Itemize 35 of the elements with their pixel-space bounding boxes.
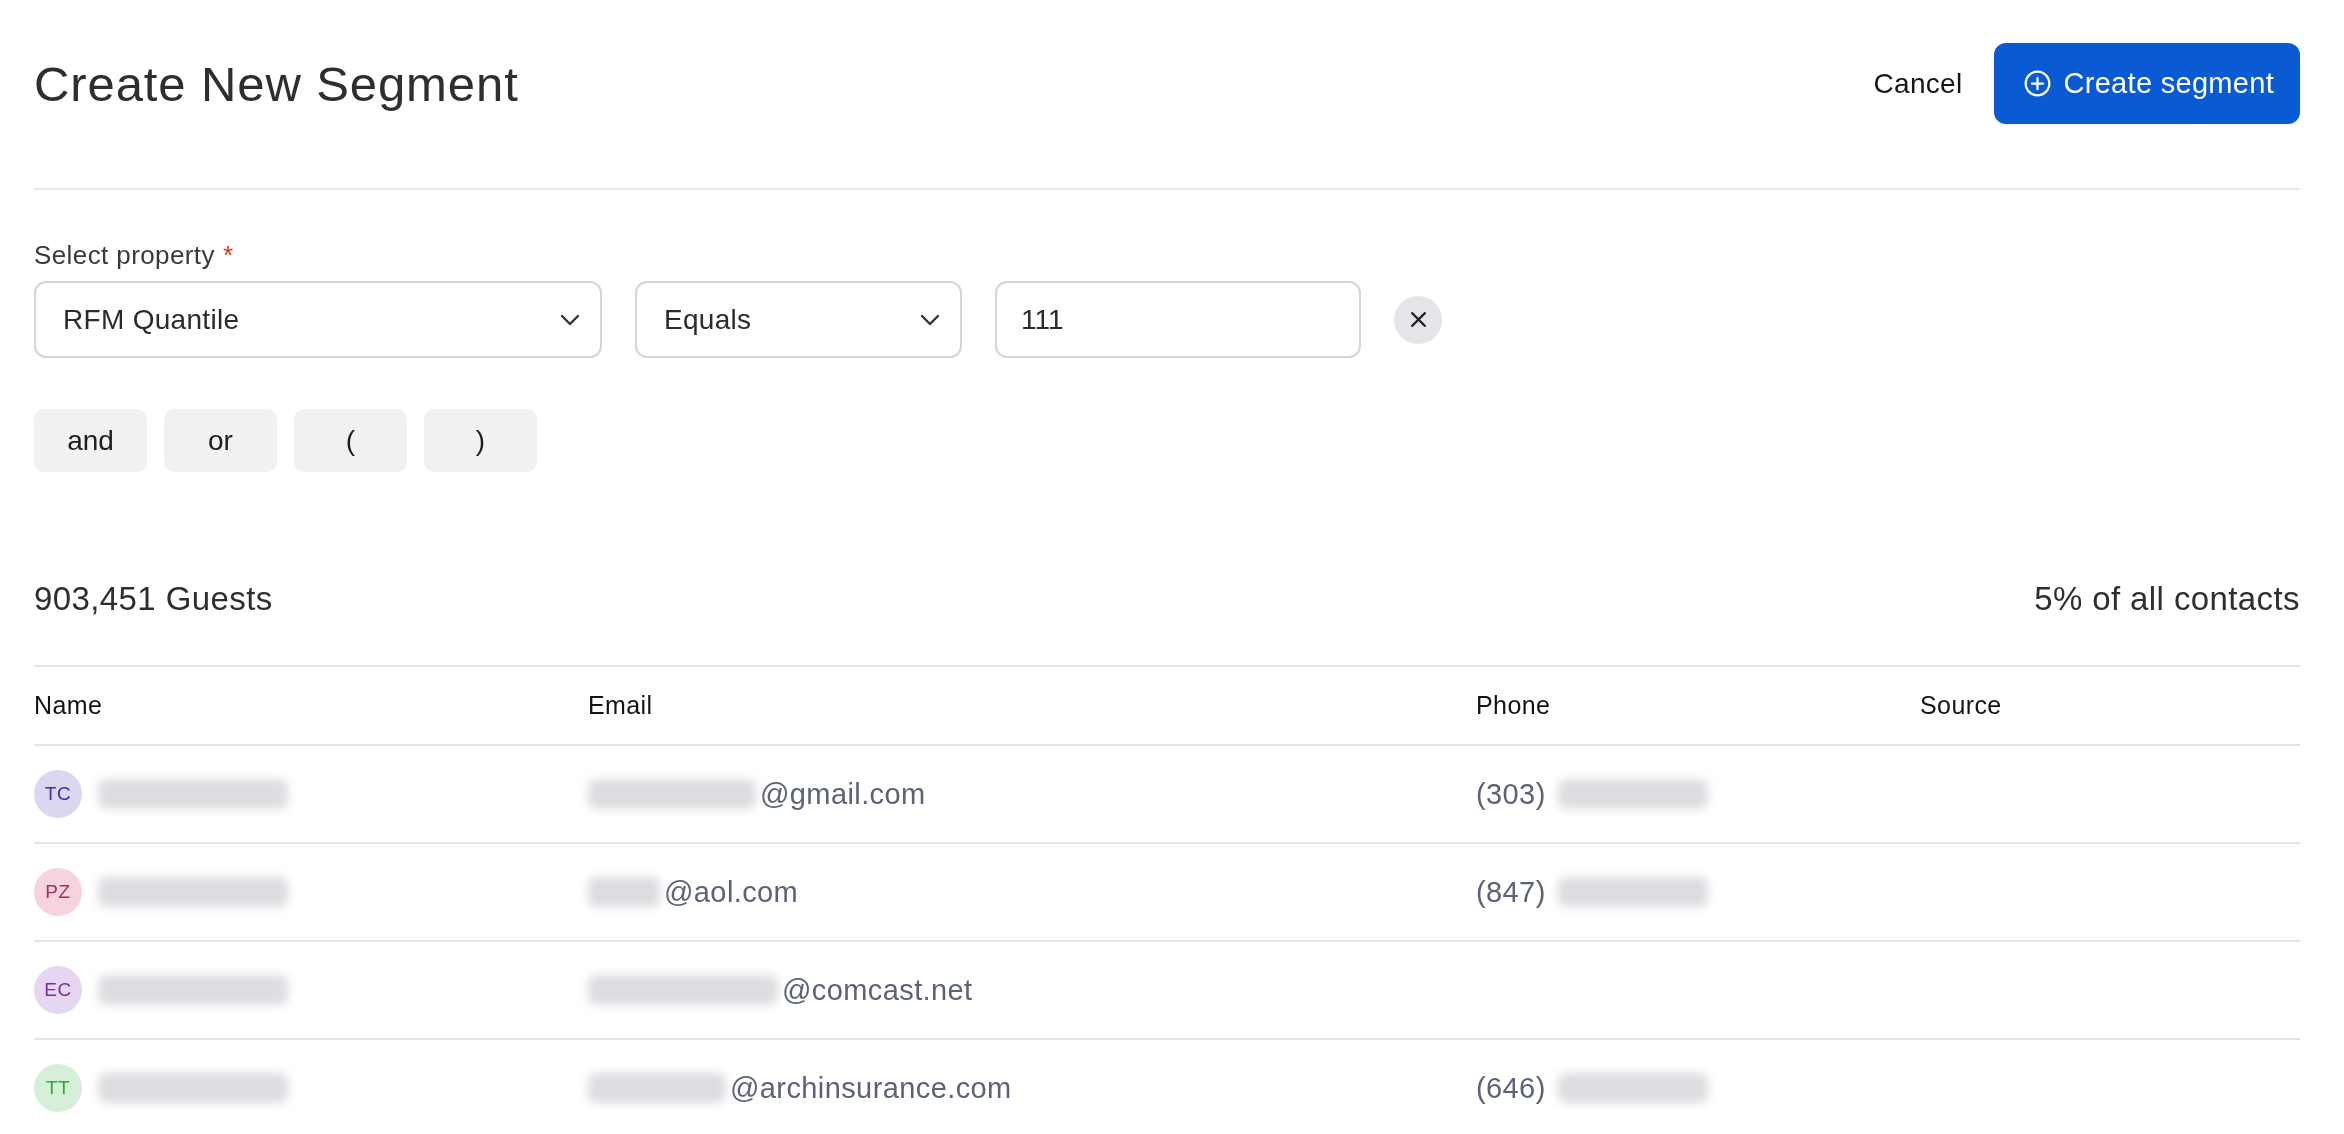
close-icon (1409, 311, 1427, 328)
phone-text: (646) (1476, 1071, 1546, 1105)
field-label: Select property (34, 240, 215, 271)
avatar-initials: EC (34, 966, 82, 1014)
chevron-down-icon (920, 313, 940, 326)
email-text: @archinsurance.com (730, 1071, 1012, 1105)
create-segment-button[interactable]: Create segment (1994, 43, 2300, 124)
operator-button[interactable]: ( (294, 409, 407, 472)
contacts-share: 5% of all contacts (2034, 580, 2300, 618)
email-text: @gmail.com (760, 777, 926, 811)
column-header: Phone (1476, 691, 1551, 720)
redacted-text (588, 877, 660, 907)
value-input[interactable]: 111 (995, 281, 1361, 358)
guest-count: 903,451 Guests (34, 580, 273, 618)
email-text: @aol.com (664, 875, 799, 909)
chevron-down-icon (560, 313, 580, 326)
operator-button[interactable]: or (164, 409, 277, 472)
avatar-initials: TT (34, 1064, 82, 1112)
avatar-initials: PZ (34, 868, 82, 916)
property-select[interactable]: RFM Quantile (34, 281, 602, 358)
phone-text: (847) (1476, 875, 1546, 909)
clear-button[interactable] (1394, 295, 1442, 344)
column-header: Source (1920, 691, 2002, 720)
operator-button[interactable]: ) (424, 409, 537, 472)
column-header: Email (588, 691, 653, 720)
cancel-button[interactable]: Cancel (1869, 57, 1967, 110)
column-header: Name (34, 691, 103, 720)
plus-circle-icon (2024, 70, 2052, 97)
operator-select[interactable]: Equals (635, 281, 962, 358)
required-mark: * (222, 240, 233, 271)
email-text: @comcast.net (782, 973, 973, 1007)
operator-button[interactable]: and (34, 409, 147, 472)
phone-text: (303) (1476, 777, 1546, 811)
avatar-initials: TC (34, 770, 82, 818)
page-title: Create New Segment (34, 55, 519, 112)
